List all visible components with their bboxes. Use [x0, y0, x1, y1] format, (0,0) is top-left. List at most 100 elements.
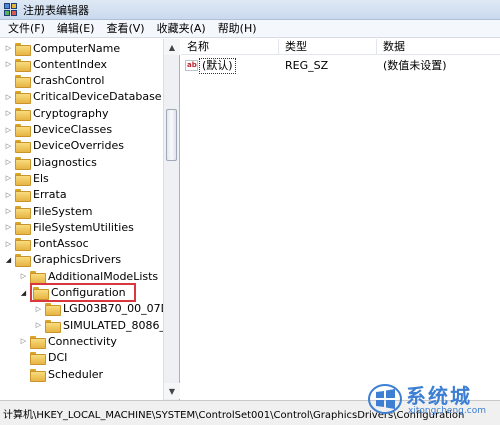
expand-arrow-icon[interactable]: ▷: [4, 122, 13, 138]
tree-item[interactable]: Scheduler: [19, 366, 103, 382]
regedit-app-icon: [4, 2, 18, 17]
tree-item[interactable]: ▷ ContentIndex: [4, 56, 107, 72]
tree-item[interactable]: ▷ SIMULATED_8086_01: [34, 317, 163, 333]
folder-icon: [15, 221, 31, 235]
folder-icon: [30, 335, 46, 349]
folder-icon: [15, 124, 31, 137]
tree-item-label: Cryptography: [33, 106, 109, 120]
tree-item-label: ComputerName: [33, 41, 121, 55]
tree-item[interactable]: ▷ CriticalDeviceDatabase: [4, 89, 162, 105]
tree-item-label: Connectivity: [48, 334, 117, 348]
collapse-arrow-icon[interactable]: ◢: [4, 252, 13, 268]
expand-arrow-icon[interactable]: ▷: [4, 56, 13, 72]
expand-arrow-icon[interactable]: ▷: [4, 170, 13, 186]
tree-item-label: Diagnostics: [33, 155, 97, 169]
menu-file[interactable]: 文件(F): [2, 20, 51, 38]
tree-item[interactable]: ▷ Errata: [4, 187, 67, 203]
tree-item[interactable]: ▷ FileSystem: [4, 203, 92, 219]
collapse-arrow-icon[interactable]: ◢: [19, 285, 28, 301]
expand-arrow-icon[interactable]: ▷: [4, 203, 13, 219]
expand-arrow-icon[interactable]: ▷: [19, 268, 28, 284]
folder-icon: [15, 238, 31, 252]
tree-item[interactable]: ▷ ComputerName: [4, 40, 120, 56]
folder-icon: [30, 270, 46, 284]
tree-item-label: GraphicsDrivers: [33, 253, 122, 267]
expand-arrow-icon[interactable]: ▷: [34, 317, 43, 333]
title-bar: 注册表编辑器: [0, 0, 500, 20]
tree-item[interactable]: ◢ Configuration: [19, 283, 136, 302]
tree-item[interactable]: ▷ Cryptography: [4, 105, 108, 121]
tree-item[interactable]: ▷ DeviceClasses: [4, 122, 112, 138]
tree-item-label: FileSystem: [33, 204, 93, 218]
expand-arrow-icon[interactable]: ▷: [4, 138, 13, 154]
folder-icon: [15, 107, 31, 121]
tree-item[interactable]: ◢ GraphicsDrivers: [4, 252, 121, 268]
folder-icon: [15, 91, 31, 105]
expand-arrow-icon[interactable]: ▷: [4, 89, 13, 105]
expand-arrow-icon[interactable]: ▷: [34, 301, 43, 317]
tree-item[interactable]: DCI: [19, 350, 67, 366]
tree-item[interactable]: ▷ Diagnostics: [4, 154, 97, 170]
tree-item-label: DCI: [48, 351, 68, 365]
no-expander: [4, 73, 13, 89]
tree-item[interactable]: ▷ FontAssoc: [4, 236, 89, 252]
folder-icon: [15, 58, 31, 72]
tree-item[interactable]: CrashControl: [4, 73, 104, 89]
expand-arrow-icon[interactable]: ▷: [4, 219, 13, 235]
tree-item[interactable]: ▷ DeviceOverrides: [4, 138, 124, 154]
watermark: 系统城 xitongcheng.com: [364, 378, 494, 424]
expand-arrow-icon[interactable]: ▷: [4, 40, 13, 56]
scroll-up-arrow-icon[interactable]: ▲: [164, 39, 180, 55]
column-header-data[interactable]: 数据: [377, 39, 500, 55]
tree-item[interactable]: ▷ Els: [4, 170, 49, 186]
value-name: (默认): [199, 58, 236, 74]
expand-arrow-icon[interactable]: ▷: [4, 105, 13, 121]
registry-value-list[interactable]: 名称 类型 数据 ab (默认) REG_SZ (数值未设置): [181, 39, 500, 400]
menu-edit[interactable]: 编辑(E): [51, 20, 101, 38]
no-expander: [19, 350, 28, 366]
column-header-name[interactable]: 名称: [181, 39, 279, 55]
folder-icon: [15, 172, 31, 186]
tree-item-label: Els: [33, 171, 49, 185]
tree-scrollbar[interactable]: ▲ ▼: [163, 39, 180, 400]
folder-icon: [15, 156, 31, 170]
expand-arrow-icon[interactable]: ▷: [4, 236, 13, 252]
column-header-type[interactable]: 类型: [279, 39, 377, 55]
selected-key-highlight[interactable]: Configuration: [30, 283, 136, 302]
tree-item-label: Errata: [33, 188, 67, 202]
folder-icon: [15, 205, 31, 219]
folder-icon: [15, 140, 31, 154]
expand-arrow-icon[interactable]: ▷: [4, 187, 13, 203]
tree-item-label: DeviceClasses: [33, 123, 113, 136]
tree-item-label: DeviceOverrides: [33, 139, 124, 153]
tree-item[interactable]: ▷ LGD03B70_00_07DC_: [34, 301, 163, 317]
expand-arrow-icon[interactable]: ▷: [4, 154, 13, 170]
folder-icon: [15, 42, 31, 56]
menu-view[interactable]: 查看(V): [100, 20, 150, 38]
tree-item-label: AdditionalModeLists: [48, 269, 159, 283]
menu-help[interactable]: 帮助(H): [212, 20, 263, 38]
scroll-thumb[interactable]: [166, 109, 177, 161]
menu-favorites[interactable]: 收藏夹(A): [151, 20, 212, 38]
folder-icon: [15, 189, 31, 203]
tree-item-label: ContentIndex: [33, 57, 108, 71]
registry-key-tree[interactable]: ▷ ComputerName ▷ ContentIndex CrashControl ▷ C…: [0, 39, 163, 400]
no-expander: [19, 366, 28, 382]
tree-item-label: Configuration: [51, 286, 126, 299]
tree-item[interactable]: ▷ AdditionalModeLists: [19, 268, 158, 284]
folder-icon: [45, 319, 61, 333]
tree-item-label: FontAssoc: [33, 237, 89, 251]
expand-arrow-icon[interactable]: ▷: [19, 333, 28, 349]
value-data: (数值未设置): [383, 59, 447, 72]
watermark-url: xitongcheng.com: [408, 406, 486, 416]
value-row-default[interactable]: ab (默认) REG_SZ (数值未设置): [181, 57, 500, 75]
menu-bar: 文件(F) 编辑(E) 查看(V) 收藏夹(A) 帮助(H): [0, 20, 500, 38]
tree-item[interactable]: ▷ Connectivity: [19, 333, 117, 349]
tree-item-label: SIMULATED_8086_01: [63, 318, 163, 332]
scroll-down-arrow-icon[interactable]: ▼: [164, 383, 180, 399]
folder-icon: [30, 352, 46, 366]
tree-item[interactable]: ▷ FileSystemUtilities: [4, 219, 134, 235]
windows-logo-icon: [368, 384, 402, 414]
watermark-text: 系统城: [406, 384, 472, 408]
tree-item-label: CriticalDeviceDatabase: [33, 90, 162, 104]
